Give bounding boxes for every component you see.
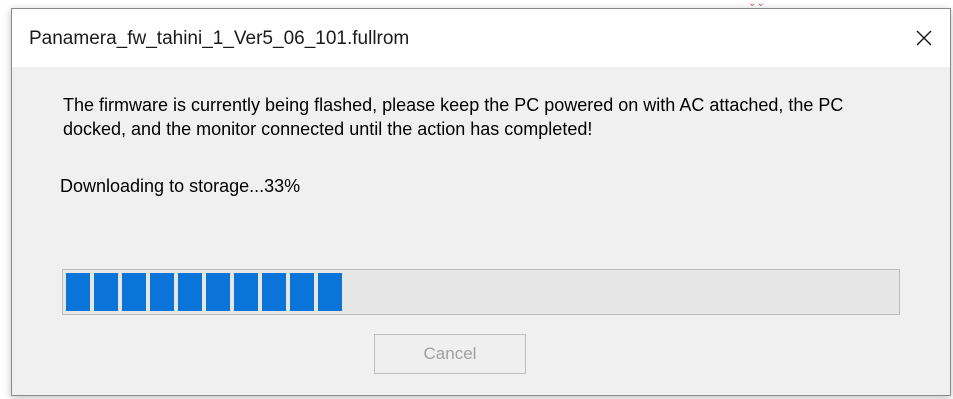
warning-message: The firmware is currently being flashed,…	[63, 95, 844, 139]
progress-segment	[66, 273, 90, 311]
progress-bar-fill	[66, 273, 342, 311]
background-decoration: ⌄⌄	[748, 0, 765, 9]
firmware-flash-dialog: Panamera_fw_tahini_1_Ver5_06_101.fullrom…	[11, 8, 951, 396]
progress-segment	[318, 273, 342, 311]
progress-segment	[178, 273, 202, 311]
cancel-button[interactable]: Cancel	[374, 334, 526, 374]
progress-bar	[62, 269, 900, 315]
close-icon	[916, 30, 932, 46]
progress-segment	[234, 273, 258, 311]
dialog-titlebar: Panamera_fw_tahini_1_Ver5_06_101.fullrom	[12, 9, 950, 67]
progress-segment	[290, 273, 314, 311]
close-button[interactable]	[898, 9, 950, 67]
dialog-title: Panamera_fw_tahini_1_Ver5_06_101.fullrom	[29, 28, 410, 49]
progress-segment	[206, 273, 230, 311]
progress-segment	[94, 273, 118, 311]
progress-status-text: Downloading to storage...33%	[60, 176, 301, 196]
progress-segment	[122, 273, 146, 311]
progress-segment	[150, 273, 174, 311]
progress-segment	[262, 273, 286, 311]
